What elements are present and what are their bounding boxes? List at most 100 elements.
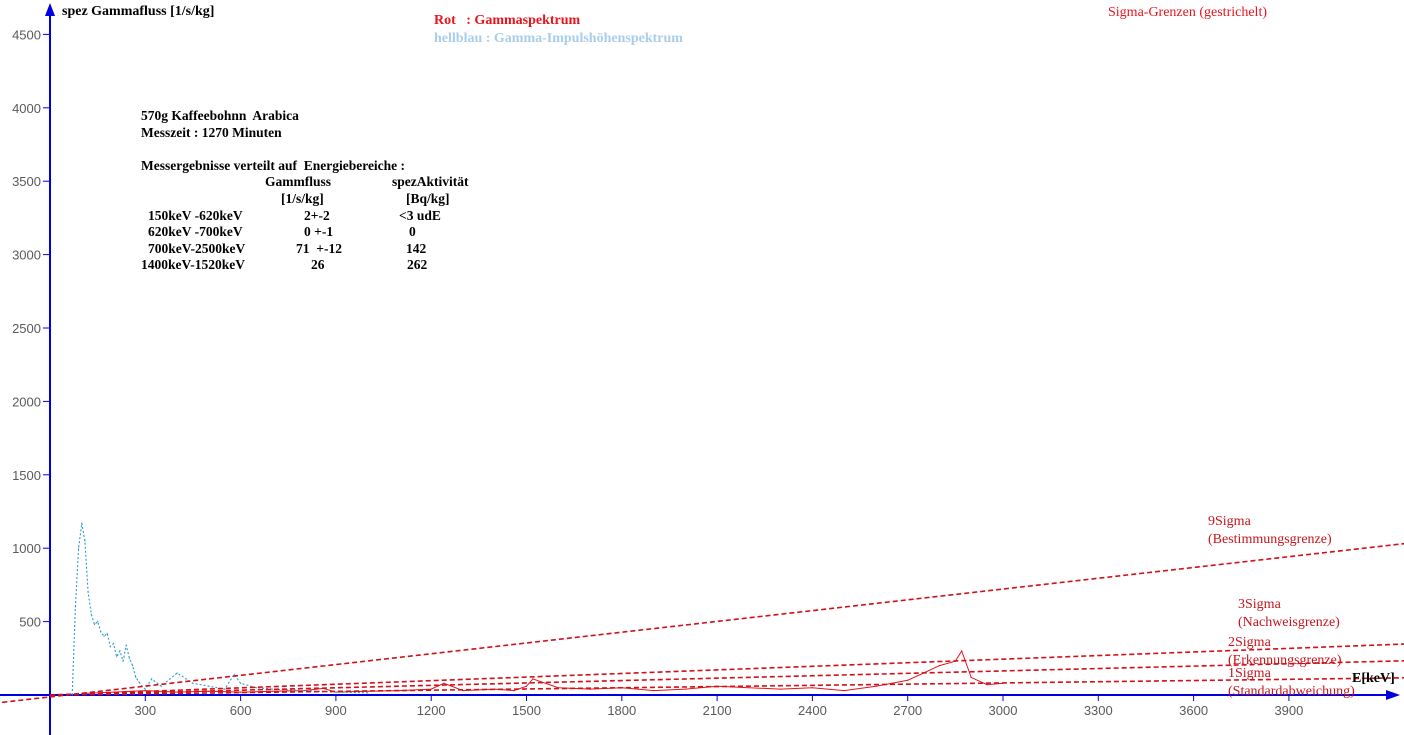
- col-unit-activity: [Bq/kg]: [406, 190, 450, 206]
- data-point: [240, 691, 242, 693]
- data-point: [303, 690, 305, 692]
- x-tick-label: 2700: [893, 703, 922, 718]
- y-axis-label: spez Gammafluss [1/s/kg]: [62, 4, 215, 19]
- result-range: 700keV-2500keV: [148, 240, 246, 256]
- sigma3-label: 3Sigma (Nachweisgrenze): [1238, 596, 1340, 632]
- result-activity: 0: [409, 224, 416, 240]
- legend-impulshoehenspektrum: hellblau : Gamma-Impulshöhenspektrum: [434, 31, 683, 46]
- data-point: [176, 691, 178, 693]
- data-point: [90, 613, 92, 615]
- data-point: [443, 682, 445, 684]
- measurement-time: Messzeit : 1270 Minuten: [141, 124, 282, 140]
- data-point: [938, 665, 941, 667]
- result-flux: 0 +-1: [304, 224, 334, 240]
- data-point: [100, 631, 102, 633]
- data-point: [81, 522, 83, 524]
- data-point: [780, 688, 782, 690]
- result-flux: 26: [311, 257, 325, 273]
- x-tick-label: 900: [325, 703, 347, 718]
- data-point: [367, 690, 369, 692]
- x-tick-label: 3900: [1274, 703, 1303, 718]
- data-point: [532, 678, 534, 680]
- y-tick-label: 3500: [12, 174, 41, 189]
- y-tick-label: 1500: [12, 468, 41, 483]
- data-point: [684, 688, 686, 690]
- data-point: [87, 591, 89, 593]
- y-tick-label: 4000: [12, 101, 41, 116]
- x-tick-label: 3600: [1179, 703, 1208, 718]
- data-point: [138, 681, 140, 683]
- x-tick-label: 1500: [512, 703, 541, 718]
- y-tick-label: 4500: [12, 27, 41, 42]
- data-point: [144, 690, 146, 692]
- data-point: [525, 685, 528, 687]
- results-heading: Messergebnisse verteilt auf Energieberei…: [141, 157, 406, 173]
- sigma1-name: 1Sigma: [1228, 666, 1271, 681]
- data-point: [144, 688, 146, 690]
- y-tick-label: 500: [19, 615, 41, 630]
- sigma9-description: (Bestimmungsgrenze): [1208, 532, 1332, 547]
- col-unit-flux: [1/s/kg]: [281, 190, 324, 206]
- sigma9-name: 9Sigma: [1208, 514, 1251, 529]
- data-point: [84, 540, 86, 542]
- data-point: [116, 656, 118, 658]
- data-point: [907, 679, 909, 681]
- data-point: [208, 685, 210, 687]
- data-point: [240, 682, 242, 684]
- y-tick-label: 1000: [12, 541, 41, 556]
- x-tick-label: 300: [134, 703, 156, 718]
- x-tick-label: 600: [230, 703, 252, 718]
- result-flux: 71 +-12: [296, 240, 342, 256]
- result-range: 150keV -620keV: [148, 207, 243, 223]
- sigma3-description: (Nachweisgrenze): [1238, 615, 1340, 630]
- sigma9-label: 9Sigma (Bestimmungsgrenze): [1208, 513, 1332, 549]
- x-tick-label: 2400: [798, 703, 827, 718]
- data-point: [271, 690, 273, 692]
- data-point: [49, 694, 51, 696]
- x-tick-label: 1800: [607, 703, 636, 718]
- sample-description: 570g Kaffeebohnn Arabica: [141, 108, 299, 123]
- sigma-limits-title: Sigma-Grenzen (gestrichelt): [1108, 5, 1267, 20]
- y-tick-label: 3000: [12, 248, 41, 263]
- x-axis-unit: E[keV]: [1352, 671, 1395, 686]
- x-tick-label: 1200: [417, 703, 446, 718]
- data-point: [71, 694, 73, 696]
- result-activity: 142: [406, 240, 427, 256]
- data-point: [112, 643, 115, 645]
- x-tick-label: 2100: [703, 703, 732, 718]
- sigma1-description: (Standardabweichung): [1228, 684, 1355, 699]
- data-point: [843, 690, 845, 692]
- legend-gammaspektrum: Rot : Gammaspektrum: [434, 13, 581, 28]
- sigma1-label: 1Sigma (Standardabweichung): [1228, 665, 1355, 701]
- col-header-flux: Gammfluss: [265, 174, 332, 190]
- x-tick-label: 3000: [989, 703, 1018, 718]
- data-point: [653, 690, 655, 692]
- data-point: [132, 665, 134, 667]
- series-line-9sigma: [2, 542, 1404, 704]
- data-point: [151, 678, 153, 680]
- series-line-gamma-impulsh-henspektrum: [71, 523, 368, 696]
- result-range: 620keV -700keV: [148, 224, 243, 240]
- data-point: [970, 676, 972, 679]
- y-tick-label: 2000: [12, 394, 41, 409]
- data-point: [112, 691, 115, 693]
- y-tick-label: 2500: [12, 321, 41, 336]
- data-point: [135, 676, 137, 679]
- data-point: [398, 690, 400, 692]
- data-point: [119, 650, 121, 652]
- x-tick-label: 3300: [1084, 703, 1113, 718]
- y-axis-arrow: [45, 3, 55, 16]
- data-point: [128, 657, 130, 659]
- series-line-2sigma: [49, 660, 1404, 696]
- result-activity: <3 udE: [399, 207, 441, 223]
- data-point: [106, 632, 108, 634]
- data-point: [192, 682, 194, 684]
- data-point: [176, 672, 178, 674]
- data-point: [748, 687, 750, 689]
- result-flux: 2+-2: [304, 207, 330, 223]
- data-point: [811, 687, 814, 689]
- data-point: [109, 646, 111, 648]
- data-point: [125, 644, 127, 646]
- data-point: [208, 690, 210, 692]
- data-point: [97, 621, 99, 623]
